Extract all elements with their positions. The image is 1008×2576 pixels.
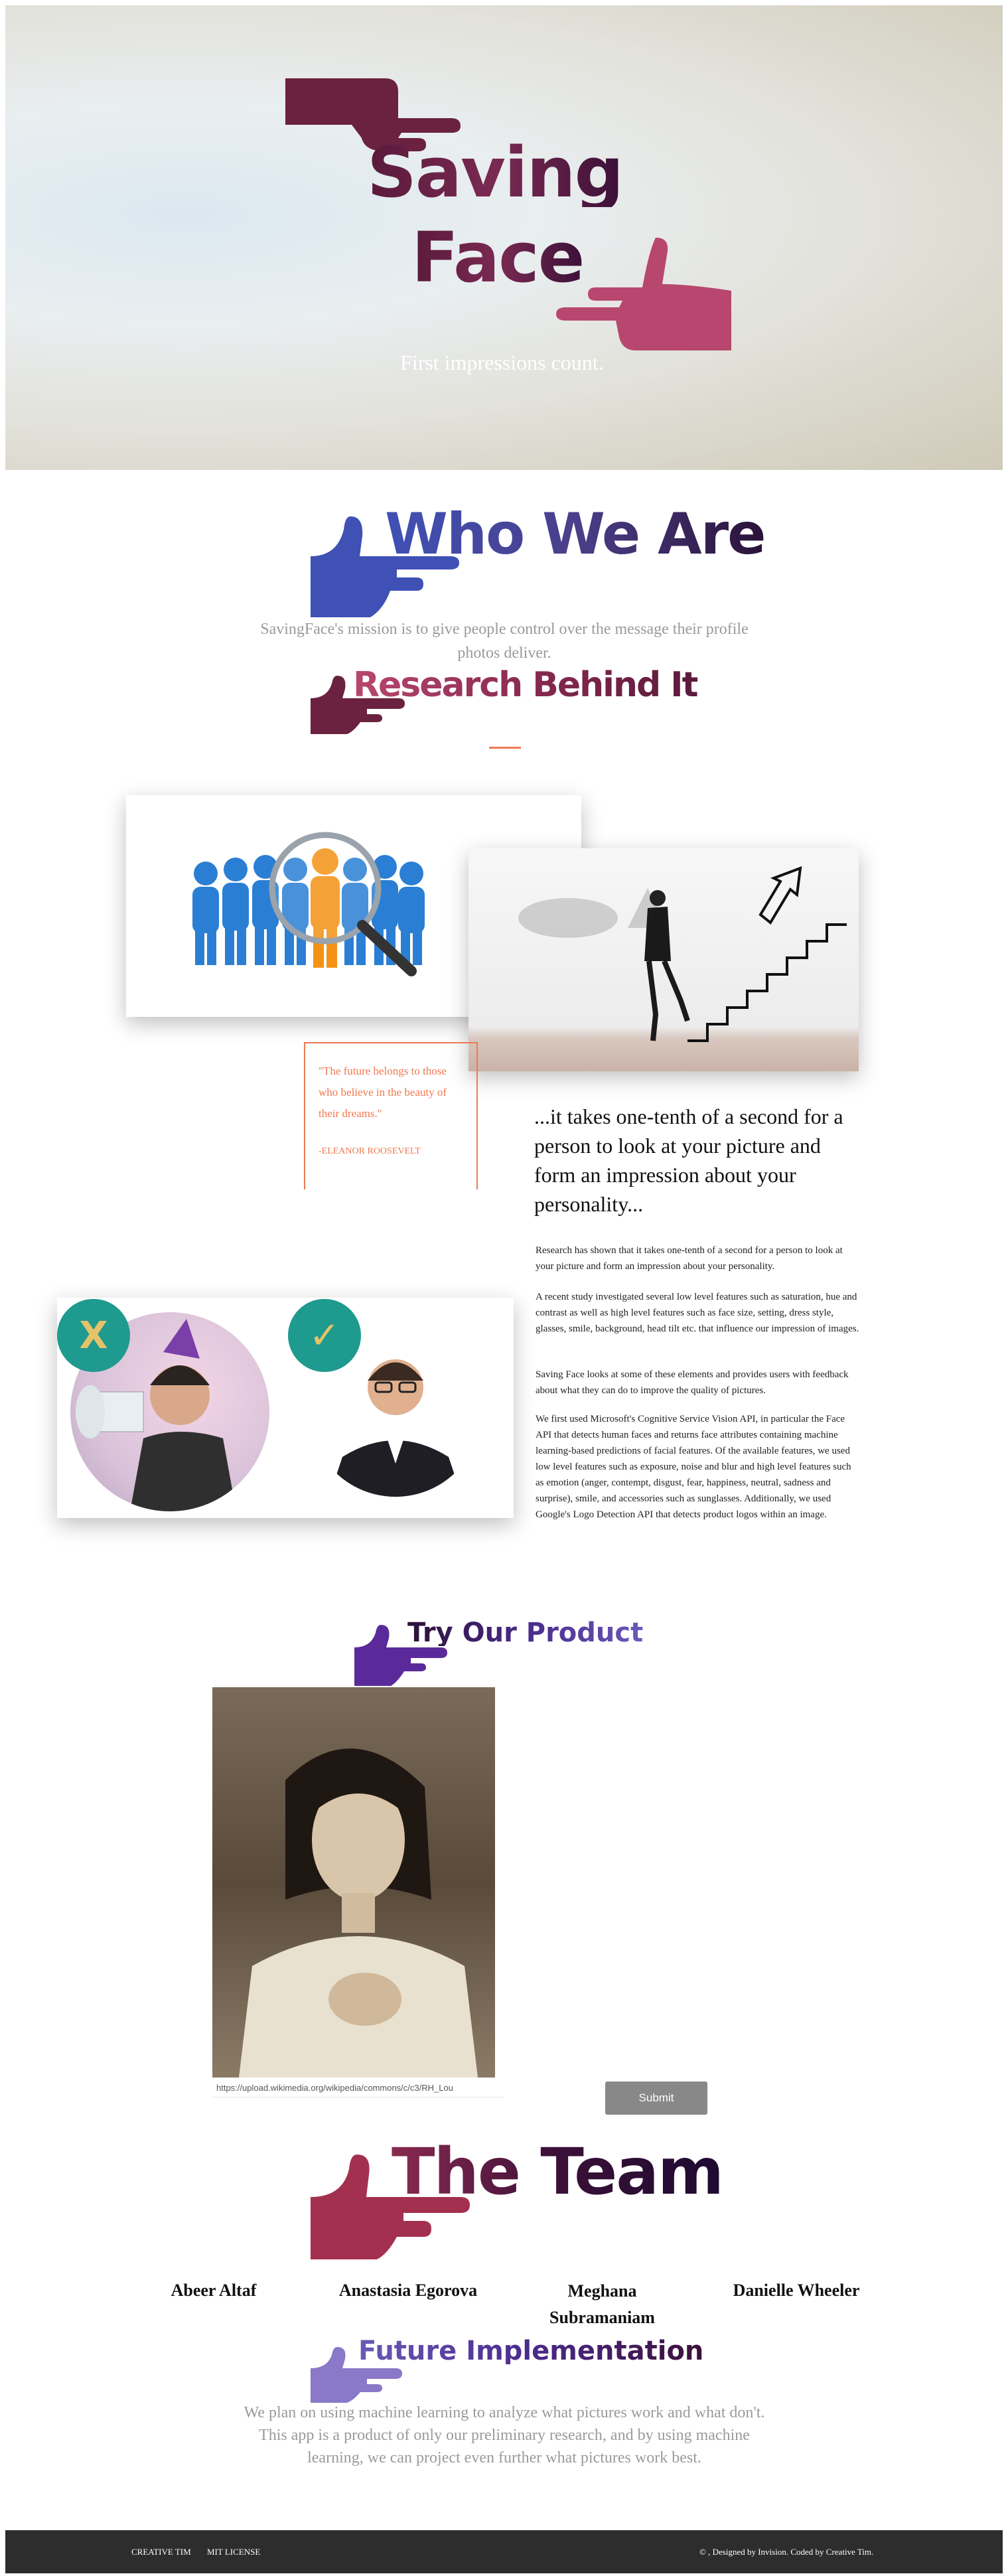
bad-mark-badge: X: [57, 1299, 130, 1372]
hand-pointing-left-icon: [556, 238, 731, 350]
team-member-name: Danielle Wheeler: [733, 2281, 860, 2300]
future-title: Future Implementation: [358, 2336, 704, 2366]
research-paragraph-4: We first used Microsoft's Cognitive Serv…: [536, 1414, 851, 1520]
team-member-name: Anastasia Egorova: [338, 2281, 478, 2300]
image-url-input[interactable]: [212, 2079, 504, 2097]
who-we-are-title: Who We Are: [385, 501, 766, 568]
quote-text: "The future belongs to those who believe…: [319, 1065, 447, 1120]
quote-box: "The future belongs to those who believe…: [304, 1042, 478, 1189]
research-paragraph-2: A recent study investigated several low …: [536, 1292, 859, 1334]
footer: CREATIVE TIM MIT LICENSE © , Designed by…: [5, 2530, 1003, 2573]
research-title: Research Behind It: [353, 665, 699, 705]
footer-link-creative-tim[interactable]: CREATIVE TIM: [131, 2547, 191, 2557]
check-mark-icon: ✓: [309, 1314, 340, 1357]
team-member-name: Meghana Subramaniam: [549, 2281, 655, 2327]
team-member-name: Abeer Altaf: [171, 2281, 257, 2300]
footer-copyright: © , Designed by Invision. Coded by Creat…: [699, 2547, 874, 2557]
hero-tagline: First impressions count.: [400, 350, 604, 374]
research-lead: ...it takes one-tenth of a second for a …: [534, 1104, 843, 1216]
research-paragraph-1: Research has shown that it takes one-ten…: [536, 1245, 843, 1272]
bad-mark-icon: X: [79, 1314, 108, 1357]
team-title: The Team: [392, 2135, 724, 2209]
good-mark-badge: ✓: [288, 1299, 361, 1372]
hero-title-line1: Saving: [367, 132, 624, 213]
section-divider: [489, 747, 521, 749]
stairs-businesswoman-image: [468, 848, 859, 1071]
uploaded-photo-preview: [212, 1687, 495, 2078]
research-paragraph-3: Saving Face looks at some of these eleme…: [536, 1369, 849, 1396]
mission-text: SavingFace's mission is to give people c…: [260, 621, 749, 662]
quote-author: -ELEANOR ROOSEVELT: [319, 1146, 421, 1156]
future-text: We plan on using machine learning to ana…: [244, 2404, 765, 2466]
photo-comparison-card: X ✓: [57, 1298, 514, 1518]
submit-button[interactable]: Submit: [605, 2082, 707, 2115]
try-product-title: Try Our Product: [407, 1618, 644, 1648]
hero-banner: Saving Face First impressions count.: [5, 5, 1003, 470]
footer-link-mit-license[interactable]: MIT LICENSE: [207, 2547, 260, 2557]
